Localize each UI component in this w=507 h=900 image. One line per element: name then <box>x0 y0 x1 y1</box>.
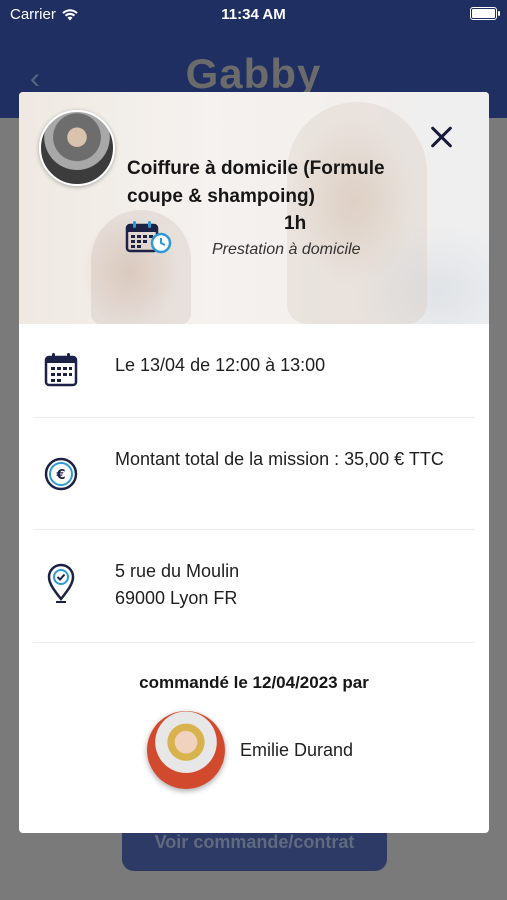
mission-amount: Montant total de la mission : 35,00 € TT… <box>115 449 444 469</box>
address-row: 5 rue du Moulin 69000 Lyon FR <box>33 530 475 643</box>
date-row: Le 13/04 de 12:00 à 13:00 <box>33 324 475 418</box>
ordered-by-label: commandé le 12/04/2023 par <box>139 673 369 692</box>
close-icon[interactable] <box>427 122 457 152</box>
service-duration: 1h <box>284 213 307 234</box>
euro-coin-icon: € <box>44 457 78 491</box>
mission-detail-modal: Coiffure à domicile (Formule coupe & sha… <box>19 92 489 833</box>
status-bar: Carrier 11:34 AM <box>0 0 507 30</box>
client-avatar[interactable] <box>147 711 225 789</box>
app-logo: Gabby <box>185 50 322 97</box>
address-line-1: 5 rue du Moulin <box>115 561 240 581</box>
mission-date: Le 13/04 de 12:00 à 13:00 <box>115 355 326 375</box>
hero-banner: Coiffure à domicile (Formule coupe & sha… <box>19 92 489 324</box>
svg-text:€: € <box>55 468 65 483</box>
client-name: Emilie Durand <box>240 740 354 760</box>
status-time: 11:34 AM <box>221 6 286 23</box>
calendar-clock-icon <box>125 221 172 254</box>
service-subtitle: Prestation à domicile <box>212 241 361 258</box>
provider-avatar[interactable] <box>39 110 115 186</box>
amount-row: € Montant total de la mission : 35,00 € … <box>33 418 475 530</box>
battery-icon <box>470 7 500 20</box>
location-pin-icon <box>47 563 75 603</box>
calendar-icon <box>44 353 78 387</box>
address-line-2: 69000 Lyon FR <box>115 588 238 608</box>
service-title: Coiffure à domicile (Formule coupe & sha… <box>127 158 385 207</box>
